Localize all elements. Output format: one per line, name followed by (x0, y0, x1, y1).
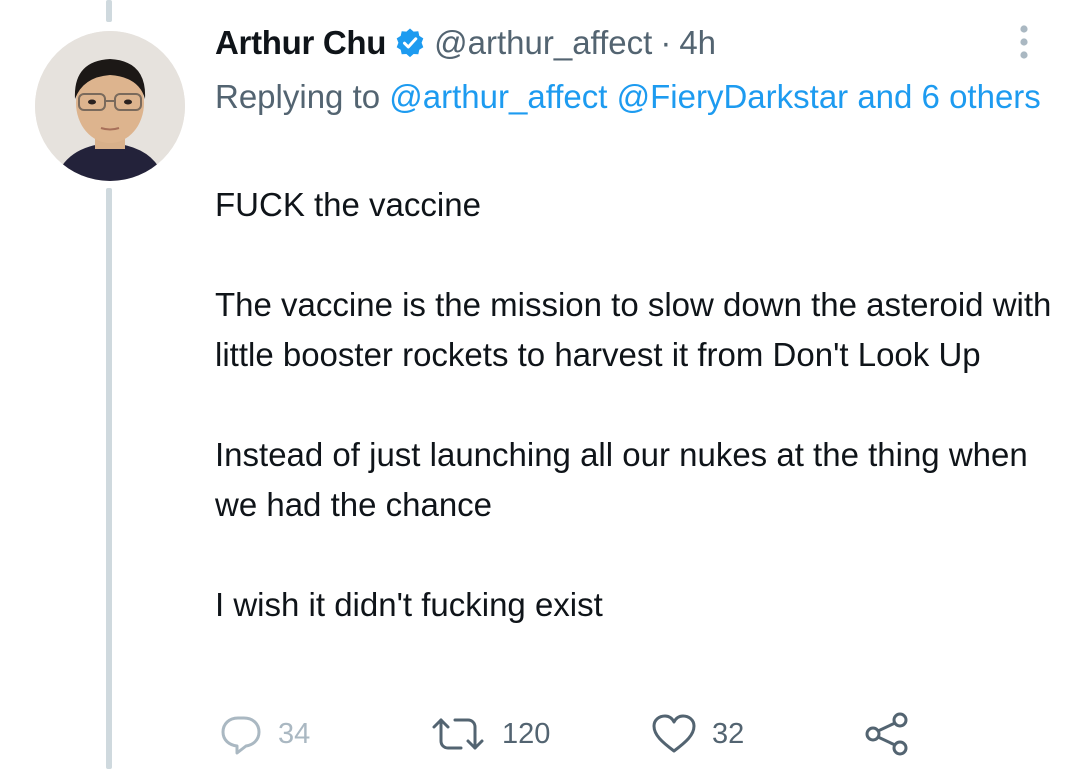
share-icon (865, 712, 908, 756)
reply-button[interactable]: 34 (218, 708, 310, 760)
avatar[interactable] (35, 31, 185, 181)
tweet-timestamp[interactable]: 4h (679, 24, 716, 62)
author-name[interactable]: Arthur Chu (215, 24, 386, 62)
reply-icon (221, 716, 261, 755)
others-link[interactable]: and 6 others (857, 78, 1040, 115)
avatar-photo (35, 31, 185, 181)
replying-to-line: Replying to @arthur_affect @FieryDarksta… (215, 72, 1055, 122)
tweet-paragraph: I wish it didn't fucking exist (215, 586, 603, 623)
like-button[interactable]: 32 (650, 708, 744, 760)
tweet-actions: 34 120 32 (0, 708, 1080, 760)
tweet-paragraph: The vaccine is the mission to slow down … (215, 286, 1061, 373)
reply-count: 34 (278, 717, 311, 750)
tweet-text: FUCK the vaccine The vaccine is the miss… (215, 180, 1055, 630)
verified-badge-icon (394, 27, 426, 59)
more-options-icon[interactable] (1012, 22, 1036, 62)
mention-link[interactable]: @FieryDarkstar (617, 78, 849, 115)
retweet-icon (432, 718, 484, 750)
thread-line-top (106, 0, 112, 22)
tweet-paragraph: Instead of just launching all our nukes … (215, 436, 1037, 523)
heart-icon (652, 714, 696, 753)
thread-line-bottom (106, 188, 112, 769)
retweet-count: 120 (502, 717, 551, 750)
retweet-button[interactable]: 120 (428, 708, 550, 760)
mention-link[interactable]: @arthur_affect (389, 78, 607, 115)
replying-prefix: Replying to (215, 78, 381, 115)
tweet-paragraph: FUCK the vaccine (215, 186, 481, 223)
tweet-header: Arthur Chu @arthur_affect · 4h (215, 20, 716, 66)
separator-dot: · (660, 24, 672, 61)
author-handle[interactable]: @arthur_affect (434, 24, 652, 62)
share-button[interactable] (862, 708, 912, 760)
like-count: 32 (712, 717, 745, 750)
